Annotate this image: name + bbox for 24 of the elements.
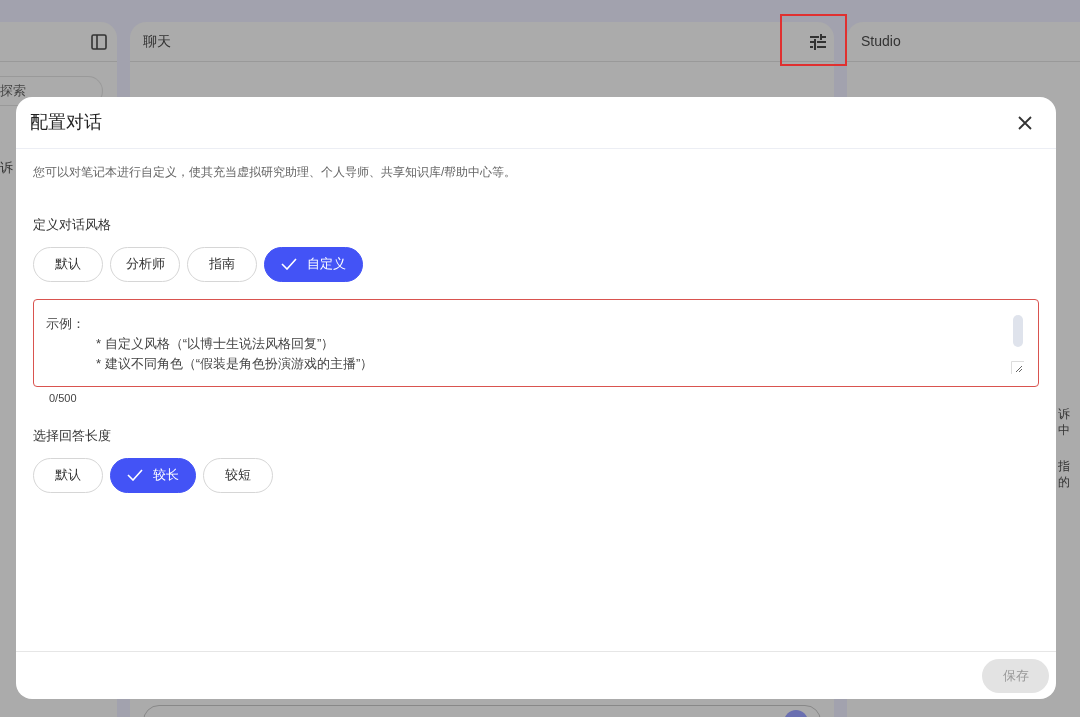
summary-text: 诉 [1058,406,1070,422]
scrollbar-thumb[interactable] [1013,314,1023,347]
summary-text: 的 [1058,474,1070,490]
tune-icon[interactable] [809,33,827,50]
option-chip[interactable]: 较长 [110,457,196,493]
dialog-description: 您可以对笔记本进行自定义，使其充当虚拟研究助理、个人导师、共享知识库/帮助中心等。 [33,164,518,181]
placeholder-text: 示例： [46,314,85,333]
resize-handle-icon[interactable] [1011,360,1024,374]
sidebar-toggle-icon[interactable] [91,33,107,50]
check-icon [281,258,297,270]
character-count: 0/500 [49,390,78,406]
placeholder-text: * 建议不同角色（“假装是角色扮演游戏的主播”） [95,354,374,373]
placeholder-text: * 自定义风格（“以博士生说法风格回复”） [95,334,335,353]
summary-text: 指 [1058,458,1070,474]
summary-text: 中 [1058,422,1070,438]
close-icon[interactable] [1018,115,1032,130]
panel-title: 聊天 [143,32,171,51]
prompt-field[interactable]: 示例： * 自定义风格（“以博士生说法风格回复”） * 建议不同角色（“假装是角色扮演游戏的主播”） [33,298,1039,387]
section-label: 选择回答长度 [33,427,112,445]
option-chip[interactable]: 自定义 [264,246,363,282]
check-icon [127,469,143,481]
panel-title: Studio [861,32,901,51]
section-label: 定义对话风格 [33,216,112,234]
dialog-title: 配置对话 [30,111,102,134]
